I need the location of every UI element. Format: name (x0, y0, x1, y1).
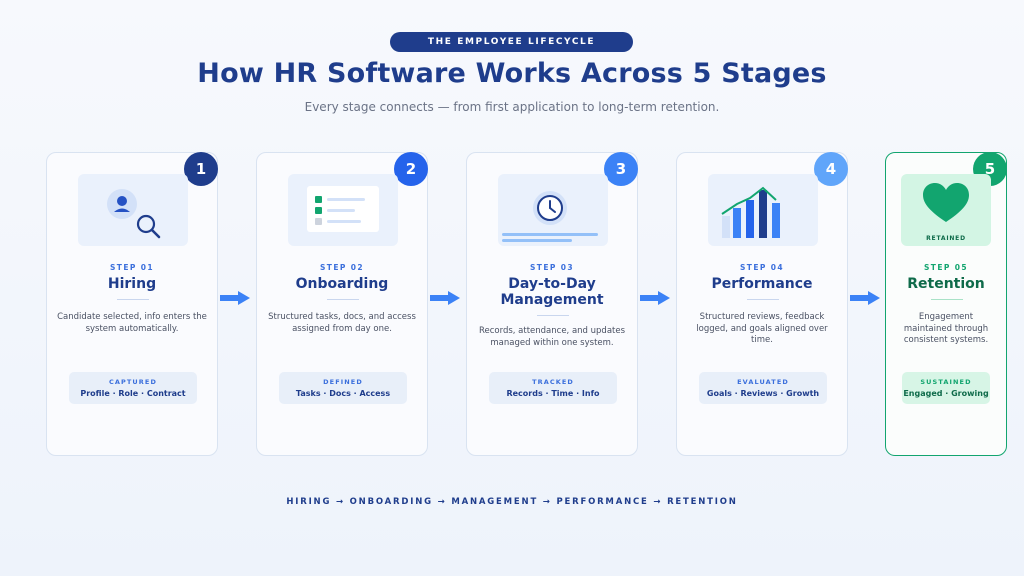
divider (327, 299, 359, 300)
tag-heading: EVALUATED (737, 378, 789, 386)
stage-card-retention: 5 RETAINED STEP 05 Retention Engagement … (885, 152, 1007, 456)
checklist-icon (307, 186, 379, 232)
divider (537, 315, 569, 316)
stage-description: Engagement maintained through consistent… (903, 312, 989, 345)
step-number-badge: 3 (604, 152, 638, 186)
step-label: STEP 01 (110, 263, 154, 272)
illustration-panel: RETAINED (901, 174, 991, 246)
tag-heading: TRACKED (532, 378, 574, 386)
stage-tag-box: TRACKED Records · Time · Info (489, 372, 617, 404)
tag-items: Tasks · Docs · Access (295, 389, 391, 398)
tag-items: Profile · Role · Contract (80, 389, 186, 398)
tag-heading: CAPTURED (109, 378, 157, 386)
tag-items: Engaged · Growing (903, 389, 989, 398)
tag-items: Records · Time · Info (506, 389, 600, 398)
stage-card-hiring: 1 STEP 01 Hiring Candidate selected, inf… (46, 152, 218, 456)
candidate-search-icon (107, 189, 161, 239)
retained-label: RETAINED (926, 235, 966, 242)
stage-tag-box: SUSTAINED Engaged · Growing (902, 372, 990, 404)
stage-tag-box: CAPTURED Profile · Role · Contract (69, 372, 197, 404)
clock-icon (502, 191, 598, 242)
stage-description: Structured reviews, feedback logged, and… (696, 312, 828, 345)
step-label: STEP 03 (530, 263, 574, 272)
stage-title: Hiring (107, 276, 157, 292)
stage-title: Performance (711, 276, 813, 292)
illustration-panel (708, 174, 818, 246)
illustration-panel (498, 174, 608, 246)
stage-card-management: 3 STEP 03 Day-to-Day Management Records,… (466, 152, 638, 456)
step-number-badge: 4 (814, 152, 848, 186)
stage-title: Onboarding (295, 276, 389, 292)
bar-chart-icon (721, 186, 780, 238)
flow-arrow-icon (850, 291, 880, 305)
stage-description: Structured tasks, docs, and access assig… (268, 312, 416, 334)
tag-heading: DEFINED (323, 378, 363, 386)
tag-heading: SUSTAINED (920, 378, 972, 386)
step-label: STEP 02 (320, 263, 364, 272)
divider (931, 299, 963, 300)
step-label: STEP 05 (924, 263, 968, 272)
lifecycle-footer: HIRING → ONBOARDING → MANAGEMENT → PERFO… (286, 497, 738, 507)
flow-arrow-icon (640, 291, 670, 305)
page-subtitle: Every stage connects — from first applic… (304, 100, 720, 114)
illustration-panel (288, 174, 398, 246)
section-pill: THE EMPLOYEE LIFECYCLE (390, 32, 633, 52)
tag-items: Goals · Reviews · Growth (706, 389, 820, 398)
divider (747, 299, 779, 300)
stage-title: Day-to-Day Management (500, 276, 604, 308)
stage-tag-box: DEFINED Tasks · Docs · Access (279, 372, 407, 404)
stage-title: Retention (907, 276, 985, 292)
stage-card-onboarding: 2 STEP 02 Onboarding Structured tasks, d… (256, 152, 428, 456)
stage-tag-box: EVALUATED Goals · Reviews · Growth (699, 372, 827, 404)
divider (117, 299, 149, 300)
stage-description: Candidate selected, info enters the syst… (57, 312, 207, 334)
stage-card-performance: 4 STEP 04 Performance Structured reviews… (676, 152, 848, 456)
flow-arrow-icon (220, 291, 250, 305)
illustration-panel (78, 174, 188, 246)
step-number-badge: 1 (184, 152, 218, 186)
step-label: STEP 04 (740, 263, 784, 272)
stage-description: Records, attendance, and updates managed… (478, 326, 626, 348)
flow-arrow-icon (430, 291, 460, 305)
step-number-badge: 2 (394, 152, 428, 186)
page-title: How HR Software Works Across 5 Stages (197, 58, 827, 89)
